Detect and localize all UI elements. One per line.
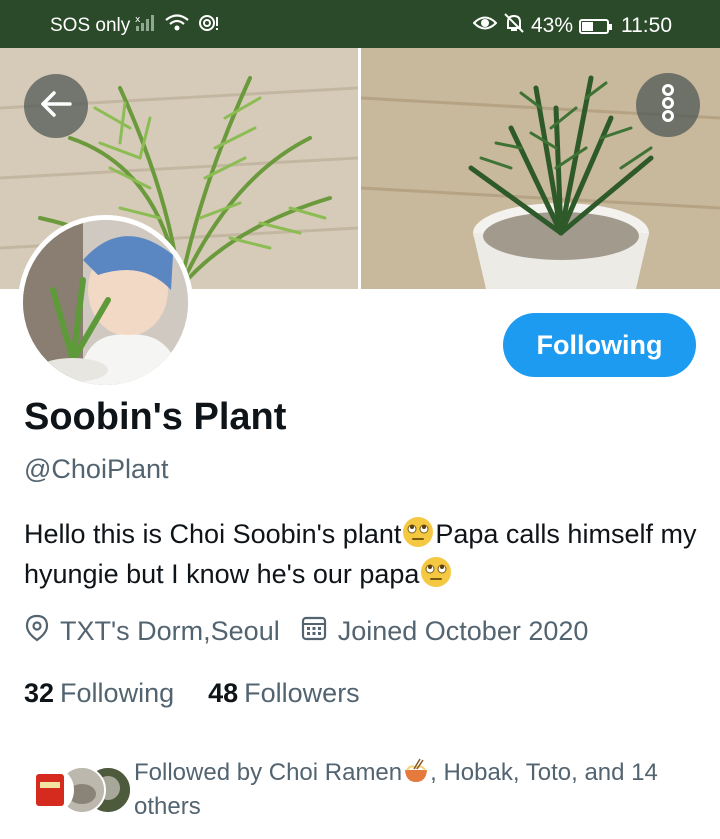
followers-count-link[interactable]: 48 Followers	[208, 678, 360, 709]
hotspot-icon	[196, 13, 220, 39]
more-vertical-icon	[658, 83, 678, 128]
back-button[interactable]	[24, 74, 88, 138]
following-label: Following	[60, 678, 175, 708]
banner-photo-right	[360, 48, 720, 289]
more-options-button[interactable]	[636, 73, 700, 137]
status-right: 43% 11:50	[472, 12, 672, 40]
svg-text:x: x	[135, 15, 141, 25]
follower-avatar	[26, 766, 74, 814]
bell-off-icon	[503, 12, 525, 40]
battery-icon	[579, 18, 612, 34]
status-left: SOS only x	[50, 13, 220, 39]
location: TXT's Dorm,Seoul	[24, 614, 280, 649]
following-button[interactable]: Following	[503, 313, 696, 377]
followers-count: 48	[208, 678, 239, 708]
carrier-label: SOS only	[50, 15, 131, 36]
calendar-icon	[300, 614, 338, 649]
bio-text-1: Hello this is Choi Soobin's plant	[24, 519, 402, 549]
clock: 11:50	[621, 14, 672, 37]
arrow-left-icon	[39, 89, 73, 124]
join-date-text: Joined October 2020	[337, 616, 589, 646]
profile-meta: TXT's Dorm,Seoul Joined October 2020	[24, 614, 588, 649]
eye-icon	[472, 14, 498, 38]
join-date: Joined October 2020	[300, 614, 589, 649]
battery-percent: 43%	[530, 14, 573, 37]
followed-by[interactable]: Followed by Choi Ramen, Hobak, Toto, and…	[20, 756, 710, 836]
rolling-eyes-emoji-icon	[401, 515, 435, 549]
signal-icon: x	[134, 13, 156, 39]
following-count: 32	[24, 678, 55, 708]
followers-label: Followers	[244, 678, 360, 708]
location-text: TXT's Dorm,Seoul	[60, 616, 280, 646]
follow-counts: 32 Following 48 Followers	[24, 678, 360, 709]
rolling-eyes-emoji-icon	[419, 555, 453, 589]
profile-avatar[interactable]	[18, 215, 193, 390]
user-handle: @ChoiPlant	[24, 454, 169, 484]
followed-by-text-1: Followed by Choi Ramen	[134, 759, 403, 786]
followed-by-text: Followed by Choi Ramen, Hobak, Toto, and…	[134, 756, 704, 824]
wifi-icon	[164, 13, 190, 39]
profile-bio: Hello this is Choi Soobin's plant Papa ca…	[24, 514, 704, 594]
following-count-link[interactable]: 32 Following	[24, 678, 174, 709]
location-pin-icon	[24, 614, 60, 649]
ramen-emoji-icon	[402, 757, 430, 785]
status-bar: SOS only x 43% 11:50	[0, 0, 720, 48]
display-name: Soobin's Plant	[24, 396, 287, 438]
